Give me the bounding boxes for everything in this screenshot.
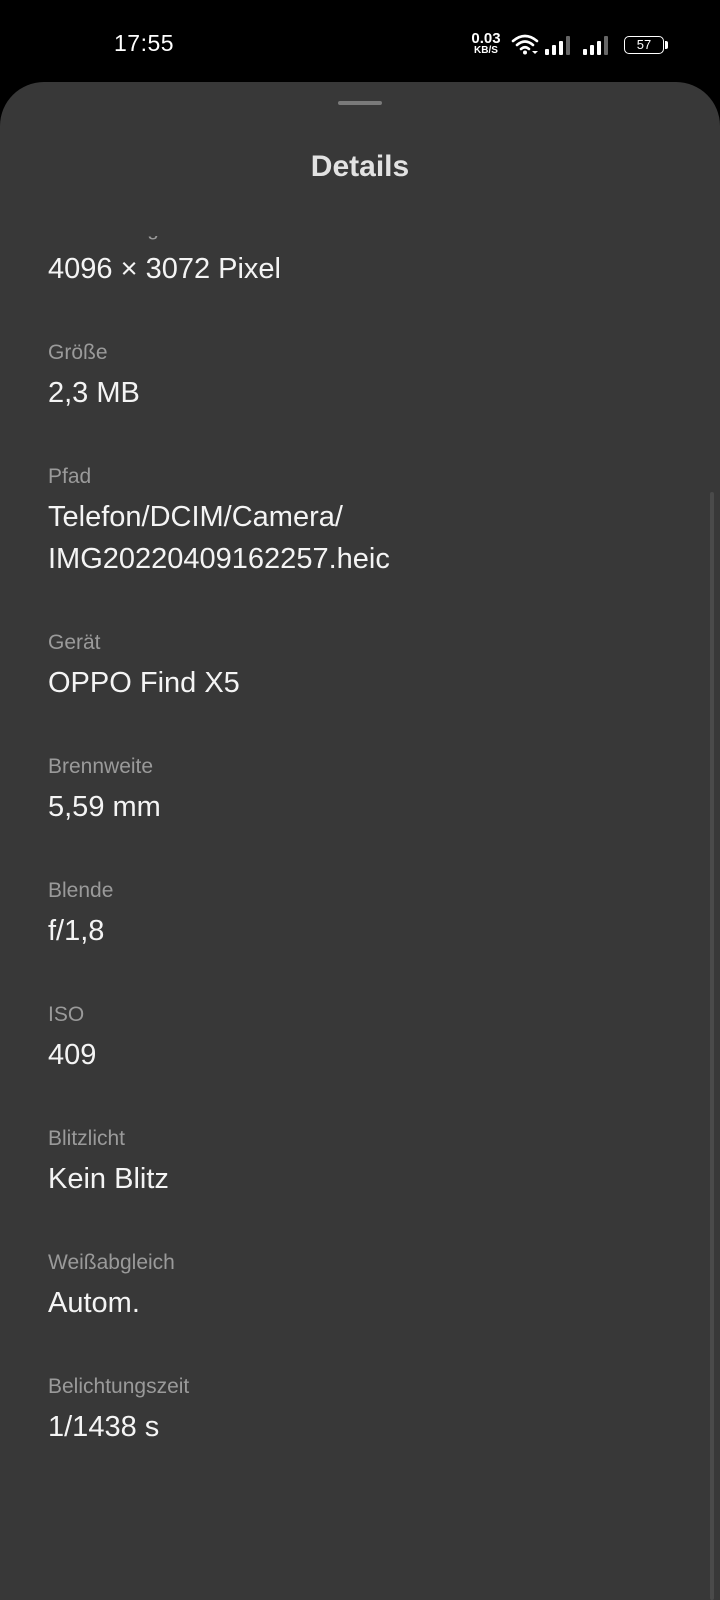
detail-value: 4096 × 3072 Pixel bbox=[48, 253, 281, 285]
detail-value[interactable]: Telefon/DCIM/Camera/ IMG20220409162257.h… bbox=[48, 496, 688, 580]
detail-label: Belichtungszeit bbox=[48, 1375, 190, 1398]
detail-label: Größe bbox=[48, 341, 108, 364]
detail-label: Gerät bbox=[48, 631, 101, 654]
wifi-icon bbox=[511, 33, 539, 60]
detail-item-aperture: Blende f/1,8 bbox=[48, 876, 688, 952]
network-speed-unit: KB/S bbox=[474, 45, 498, 56]
signal-icon bbox=[545, 35, 573, 60]
details-list: Abmessungen 4096 × 3072 Pixel Größe 2,3 … bbox=[48, 236, 688, 1496]
detail-value: Autom. bbox=[48, 1287, 140, 1319]
details-scroll-area[interactable]: Abmessungen 4096 × 3072 Pixel Größe 2,3 … bbox=[0, 236, 720, 1600]
status-time: 17:55 bbox=[114, 30, 175, 56]
scrollbar[interactable] bbox=[710, 492, 714, 1600]
detail-item-flash: Blitzlicht Kein Blitz bbox=[48, 1124, 688, 1200]
detail-label: Blende bbox=[48, 879, 114, 902]
detail-item-dimensions: Abmessungen 4096 × 3072 Pixel bbox=[48, 236, 688, 290]
detail-label: Blitzlicht bbox=[48, 1127, 126, 1150]
detail-value: f/1,8 bbox=[48, 915, 105, 947]
battery-icon: 57 bbox=[624, 36, 664, 54]
sheet-title: Details bbox=[310, 150, 410, 183]
detail-item-focal-length: Brennweite 5,59 mm bbox=[48, 752, 688, 828]
details-sheet: Details Abmessungen 4096 × 3072 Pixel Gr… bbox=[0, 82, 720, 1600]
detail-label: Weißabgleich bbox=[48, 1251, 175, 1274]
detail-item-exposure-time: Belichtungszeit 1/1438 s bbox=[48, 1372, 688, 1448]
detail-value: 409 bbox=[48, 1039, 97, 1071]
signal-icon bbox=[583, 35, 611, 60]
detail-item-white-balance: Weißabgleich Autom. bbox=[48, 1248, 688, 1324]
detail-item-size: Größe 2,3 MB bbox=[48, 338, 688, 414]
status-bar: 17:55 0.03 KB/S 57 bbox=[0, 0, 720, 82]
detail-label: Abmessungen bbox=[48, 236, 688, 244]
detail-item-device: Gerät OPPO Find X5 bbox=[48, 628, 688, 704]
detail-label: ISO bbox=[48, 1003, 85, 1026]
network-speed: 0.03 KB/S bbox=[466, 31, 506, 56]
detail-item-iso: ISO 409 bbox=[48, 1000, 688, 1076]
detail-value: 5,59 mm bbox=[48, 791, 161, 823]
detail-label: Brennweite bbox=[48, 755, 154, 778]
detail-value: OPPO Find X5 bbox=[48, 667, 240, 699]
network-speed-value: 0.03 bbox=[471, 30, 501, 47]
drag-handle[interactable] bbox=[338, 101, 382, 105]
battery-tip bbox=[665, 41, 668, 49]
detail-label: Pfad bbox=[48, 465, 92, 488]
detail-value: Kein Blitz bbox=[48, 1163, 169, 1195]
detail-value: 2,3 MB bbox=[48, 377, 140, 409]
detail-item-path: Pfad Telefon/DCIM/Camera/ IMG20220409162… bbox=[48, 462, 688, 580]
detail-value: 1/1438 s bbox=[48, 1411, 160, 1443]
